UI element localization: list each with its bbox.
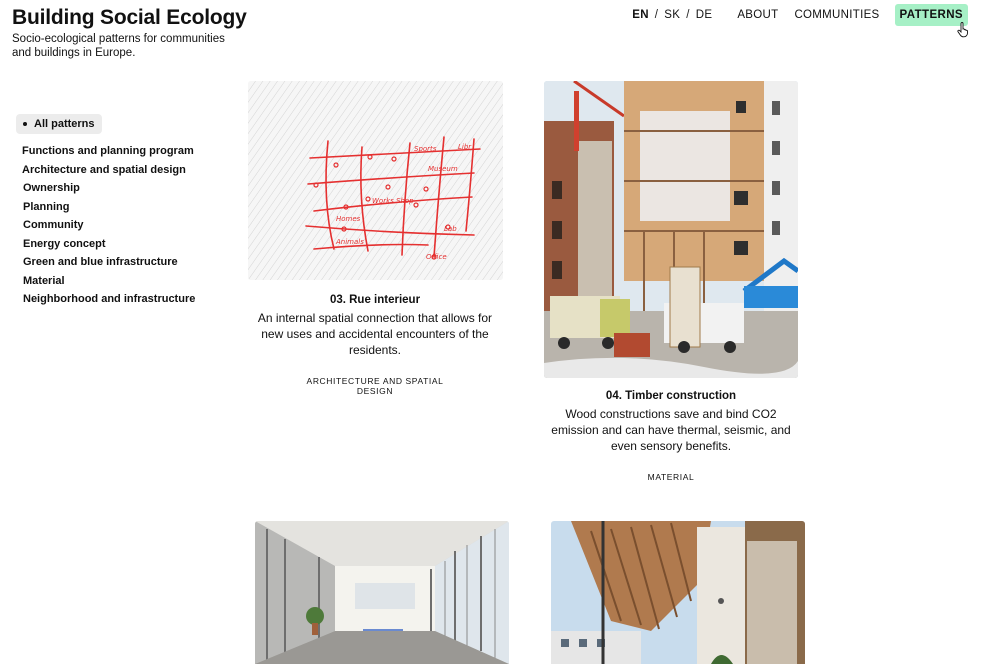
pattern-05-image[interactable] xyxy=(255,521,509,664)
sketch-label-museum: Museum xyxy=(428,165,458,173)
filter-neighborhood[interactable]: Neighborhood and infrastructure xyxy=(23,290,195,309)
pattern-04-tag-label: MATERIAL xyxy=(647,472,695,482)
site-title[interactable]: Building Social Ecology xyxy=(12,6,247,30)
sketch-label-animals: Animals xyxy=(335,238,364,246)
timber-balcony-photo xyxy=(551,521,805,664)
bullet-icon xyxy=(23,122,27,126)
filter-energy[interactable]: Energy concept xyxy=(23,235,195,254)
sketch-label-office: Office xyxy=(426,253,447,261)
filter-ownership[interactable]: Ownership xyxy=(23,179,195,198)
pattern-04-tag[interactable]: MATERIAL xyxy=(544,472,798,482)
pattern-03-image[interactable]: Sports Libr Museum Works Shop Homes Lab … xyxy=(248,81,503,280)
interior-corridor-photo xyxy=(255,521,509,664)
lang-separator: / xyxy=(654,9,659,21)
sketch-label-works-shop: Works Shop xyxy=(372,197,414,205)
pattern-06-image[interactable] xyxy=(551,521,805,664)
filter-all-label: All patterns xyxy=(34,118,95,130)
filter-architecture[interactable]: Architecture and spatial design xyxy=(22,161,195,180)
language-switcher: EN / SK / DE xyxy=(631,9,713,21)
street-sketch-illustration: Sports Libr Museum Works Shop Homes Lab … xyxy=(248,81,503,280)
sketch-label-lab: Lab xyxy=(444,225,457,233)
nav-communities[interactable]: COMMUNITIES xyxy=(794,9,879,21)
pattern-03-title[interactable]: 03. Rue interieur xyxy=(248,294,502,306)
sketch-label-sports: Sports xyxy=(414,145,437,153)
pattern-04-image[interactable] xyxy=(544,81,798,378)
filter-green-blue[interactable]: Green and blue infrastructure xyxy=(23,253,195,272)
top-navigation: EN / SK / DE ABOUT COMMUNITIES PATTERNS xyxy=(631,3,968,38)
nav-patterns-label: PATTERNS xyxy=(899,9,963,21)
pattern-filters: All patterns Functions and planning prog… xyxy=(16,114,195,309)
lang-de[interactable]: DE xyxy=(695,9,714,21)
pattern-04-title[interactable]: 04. Timber construction xyxy=(544,390,798,402)
pattern-03-tag-label: ARCHITECTURE AND SPATIAL DESIGN xyxy=(306,376,444,396)
lang-separator: / xyxy=(686,9,690,21)
filter-community[interactable]: Community xyxy=(23,216,195,235)
pattern-04-description: Wood constructions save and bind CO2 emi… xyxy=(551,407,791,453)
lang-sk[interactable]: SK xyxy=(663,9,681,21)
pattern-03-tag[interactable]: ARCHITECTURE AND SPATIAL DESIGN xyxy=(248,376,502,396)
lang-en[interactable]: EN xyxy=(631,9,650,21)
filter-functions[interactable]: Functions and planning program xyxy=(22,142,195,161)
sketch-label-homes: Homes xyxy=(336,215,361,223)
nav-patterns[interactable]: PATTERNS xyxy=(894,4,968,38)
filter-all-patterns[interactable]: All patterns xyxy=(16,114,102,134)
hand-cursor-icon xyxy=(957,22,968,38)
site-subtitle: Socio-ecological patterns for communitie… xyxy=(12,33,225,59)
sketch-label-libr: Libr xyxy=(458,143,472,151)
nav-about[interactable]: ABOUT xyxy=(737,9,778,21)
filter-planning[interactable]: Planning xyxy=(23,198,195,217)
pattern-03-description: An internal spatial connection that allo… xyxy=(257,311,493,357)
filter-material[interactable]: Material xyxy=(23,272,195,291)
timber-construction-photo xyxy=(544,81,798,378)
